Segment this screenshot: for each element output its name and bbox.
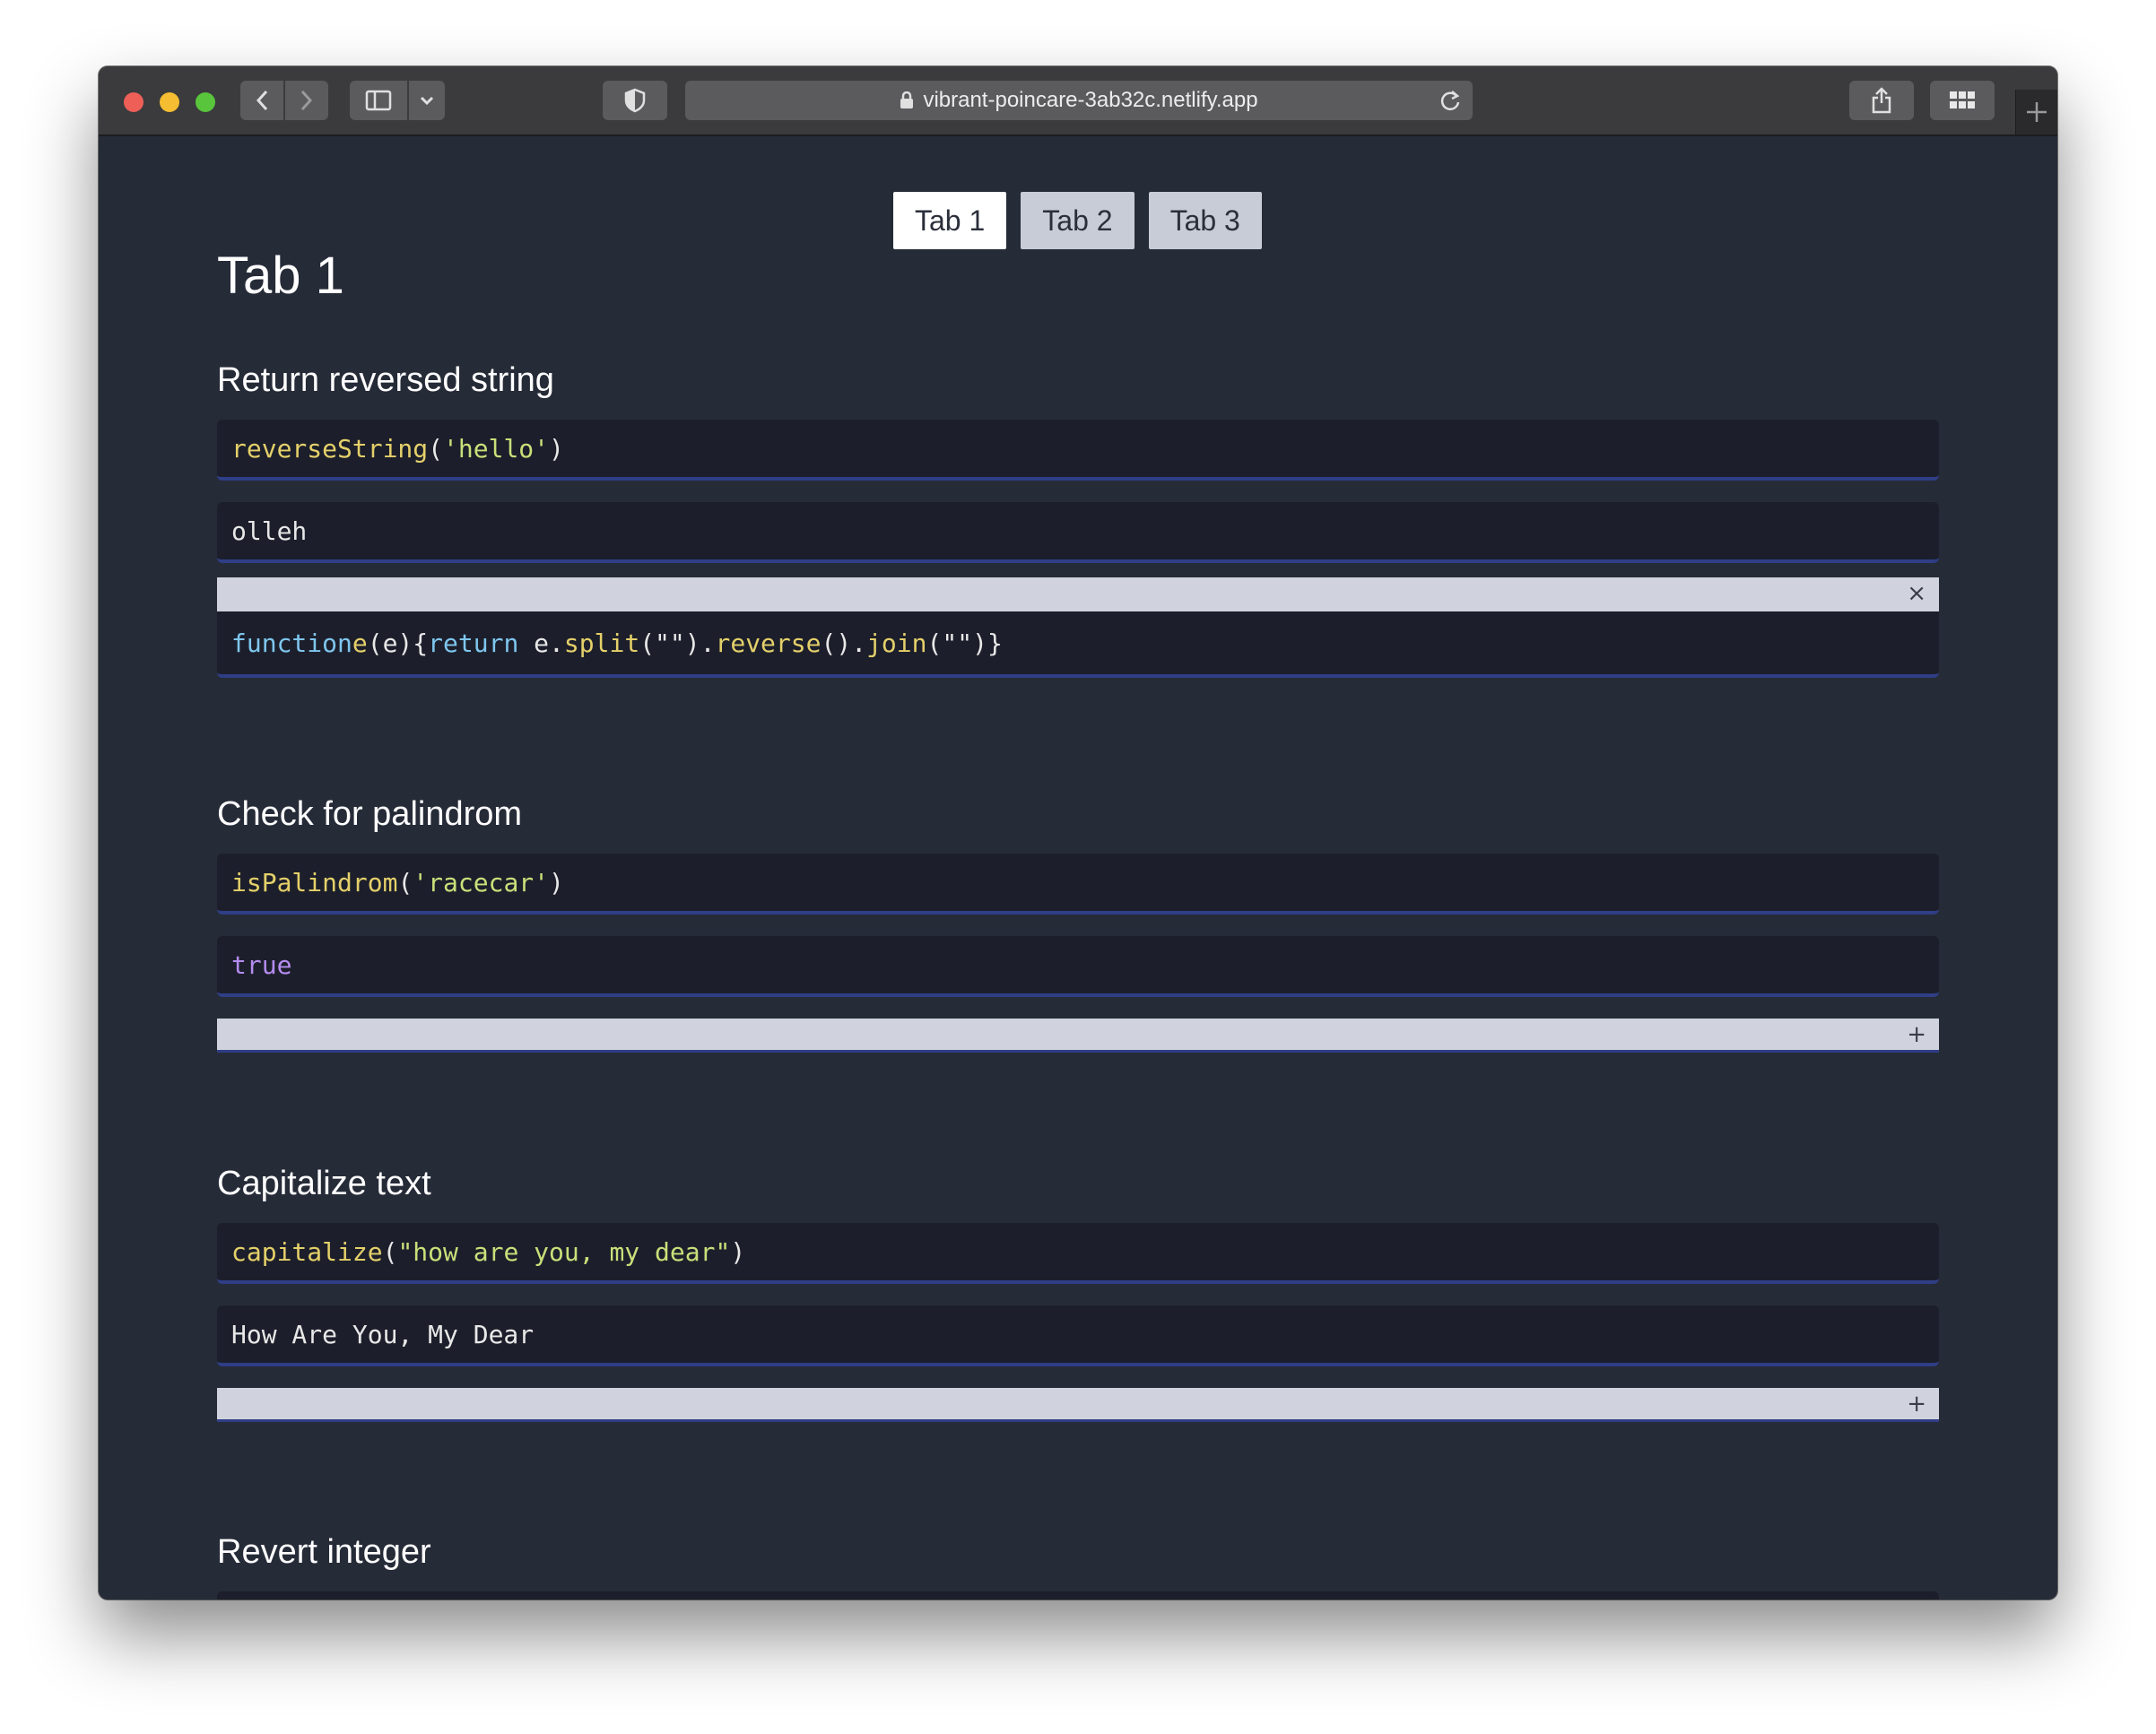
privacy-report-button[interactable]	[603, 81, 667, 120]
address-bar[interactable]: vibrant-poincare-3ab32c.netlify.app	[685, 81, 1473, 120]
sidebar-button[interactable]	[350, 81, 407, 120]
sidebar-menu-button[interactable]	[409, 81, 445, 120]
forward-button[interactable]	[285, 81, 328, 120]
back-button[interactable]	[240, 81, 283, 120]
browser-window: vibrant-poincare-3ab32c.netlify.app Tab …	[99, 66, 2057, 1600]
result-output: How Are You, My Dear	[217, 1305, 1939, 1366]
tab-3[interactable]: Tab 3	[1148, 192, 1262, 249]
source-toggle-bar[interactable]: +	[217, 1019, 1939, 1053]
close-window-button[interactable]	[124, 92, 143, 112]
reload-icon[interactable]	[1439, 89, 1462, 112]
section-title: Revert integer	[217, 1533, 431, 1571]
forward-icon	[300, 90, 313, 111]
sidebar-icon	[365, 90, 392, 111]
expand-button[interactable]: +	[1907, 1391, 1926, 1418]
section-title: Check for palindrom	[217, 795, 523, 833]
grid-icon	[1950, 91, 1975, 108]
source-code: function e (e){return e. split (""). reverse…	[217, 611, 1939, 678]
chevron-down-icon	[420, 96, 434, 106]
section-reverse-string: Return reversed string reverseString('he…	[217, 360, 1939, 678]
share-icon	[1872, 87, 1891, 114]
expand-button[interactable]: +	[1907, 1021, 1926, 1048]
browser-toolbar: vibrant-poincare-3ab32c.netlify.app	[99, 66, 2057, 136]
source-toggle-bar[interactable]: +	[217, 1388, 1939, 1422]
section-palindrome: Check for palindrom isPalindrom('racecar…	[217, 794, 1939, 1053]
minimize-window-button[interactable]	[160, 92, 179, 112]
tab-1[interactable]: Tab 1	[893, 192, 1007, 249]
result-output: olleh	[217, 502, 1939, 563]
tab-bar: Tab 1 Tab 2 Tab 3	[893, 192, 1262, 249]
tab-2[interactable]: Tab 2	[1021, 192, 1135, 249]
section-title: Return reversed string	[217, 361, 554, 399]
section-revert-integer: Revert integer	[217, 1532, 1939, 1600]
plus-icon	[2027, 102, 2047, 122]
call-code	[217, 1591, 1939, 1600]
call-code: isPalindrom('racecar')	[217, 854, 1939, 915]
shield-icon	[624, 88, 646, 113]
back-icon	[256, 90, 268, 111]
new-tab-button[interactable]	[2015, 90, 2057, 134]
page-content: Tab 1 Tab 2 Tab 3 Tab 1 Return reversed …	[99, 136, 2057, 1600]
url-text: vibrant-poincare-3ab32c.netlify.app	[923, 88, 1258, 112]
zoom-window-button[interactable]	[196, 92, 215, 112]
share-button[interactable]	[1849, 81, 1914, 120]
tab-overview-button[interactable]	[1930, 81, 1995, 120]
section-capitalize: Capitalize text capitalize("how are you,…	[217, 1164, 1939, 1422]
section-title: Capitalize text	[217, 1165, 431, 1202]
result-output: true	[217, 936, 1939, 997]
collapse-button[interactable]: ×	[1907, 580, 1926, 607]
lock-icon	[900, 91, 914, 108]
page-title: Tab 1	[217, 247, 344, 305]
source-toggle-bar[interactable]: ×	[217, 577, 1939, 611]
call-code: capitalize("how are you, my dear")	[217, 1223, 1939, 1284]
call-code: reverseString('hello')	[217, 420, 1939, 481]
